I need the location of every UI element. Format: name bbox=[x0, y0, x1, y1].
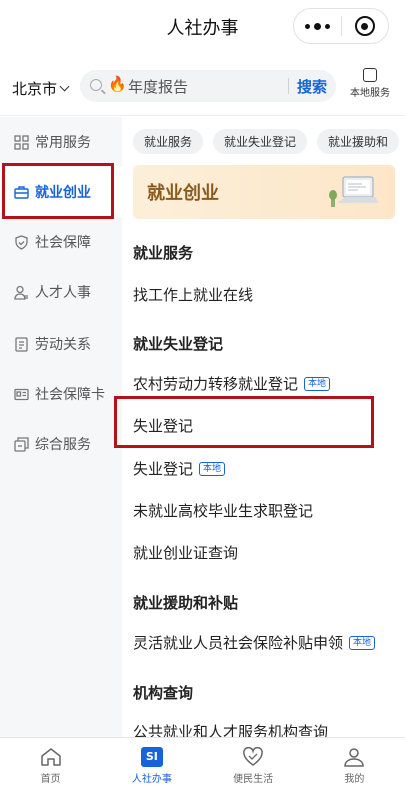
city-selector[interactable]: 北京市 bbox=[12, 78, 70, 99]
list-item[interactable]: 灵活就业人员社会保险补贴申领 本地 bbox=[133, 632, 376, 653]
list-item[interactable]: 农村劳动力转移就业登记 本地 bbox=[133, 373, 331, 394]
list-item-label: 就业创业证查询 bbox=[133, 544, 239, 562]
top-bar: 人社办事 bbox=[0, 0, 405, 56]
more-menu-button[interactable] bbox=[294, 9, 341, 43]
more-dots-icon bbox=[304, 22, 330, 30]
banner-title: 就业创业 bbox=[147, 183, 219, 204]
tab-mine[interactable]: 我的 bbox=[304, 738, 405, 793]
list-item[interactable]: 未就业高校毕业生求职登记 bbox=[133, 500, 313, 521]
document-icon bbox=[15, 336, 28, 352]
shield-icon bbox=[15, 234, 28, 250]
sidebar-item-label: 社会保障卡 bbox=[35, 387, 105, 403]
bottom-tab-bar: 首页 SI 人社办事 便民生活 我的 bbox=[0, 737, 405, 793]
laptop-illustration-icon bbox=[329, 176, 379, 207]
home-icon bbox=[40, 747, 61, 766]
sidebar-item-label: 社会保障 bbox=[35, 235, 91, 251]
section-heading: 就业失业登记 bbox=[133, 335, 224, 353]
mini-program-capsule bbox=[293, 8, 389, 44]
chevron-down-icon bbox=[59, 81, 70, 92]
local-tag: 本地 bbox=[349, 635, 376, 650]
list-item[interactable]: 公共就业和人才服务机构查询 bbox=[133, 721, 328, 737]
sidebar-item-social-card[interactable]: 社会保障卡 bbox=[0, 369, 122, 419]
tab-label: 首页 bbox=[40, 773, 61, 785]
list-item[interactable]: 找工作上就业在线 bbox=[133, 284, 253, 305]
target-icon bbox=[354, 16, 375, 36]
sidebar-item-comprehensive[interactable]: 综合服务 bbox=[0, 419, 122, 469]
chip-assistance[interactable]: 就业援助和 bbox=[317, 129, 400, 154]
local-tag: 本地 bbox=[304, 376, 331, 391]
section-heading: 机构查询 bbox=[133, 684, 194, 702]
heart-handshake-icon bbox=[243, 746, 264, 766]
stack-icon bbox=[14, 436, 29, 452]
list-item[interactable]: 失业登记 本地 bbox=[133, 458, 226, 479]
local-service-button[interactable]: 本地服务 bbox=[345, 68, 395, 99]
sidebar-item-talent[interactable]: 人才人事 bbox=[0, 267, 122, 317]
si-logo-icon: SI bbox=[140, 746, 163, 767]
chip-employment-service[interactable]: 就业服务 bbox=[133, 129, 204, 154]
category-chips: 就业服务 就业失业登记 就业援助和 bbox=[133, 129, 400, 154]
sidebar-item-label: 劳动关系 bbox=[35, 337, 91, 353]
sidebar-item-label: 综合服务 bbox=[35, 437, 91, 453]
sidebar-item-labor[interactable]: 劳动关系 bbox=[0, 319, 122, 369]
sidebar-item-label: 常用服务 bbox=[35, 135, 91, 151]
highlight-box-sidebar bbox=[2, 163, 114, 219]
local-tag: 本地 bbox=[199, 461, 226, 476]
sidebar-item-label: 人才人事 bbox=[35, 285, 91, 301]
category-banner: 就业创业 bbox=[133, 165, 395, 219]
highlight-box-unemployment bbox=[114, 396, 374, 448]
city-label: 北京市 bbox=[12, 80, 58, 98]
user-profile-icon bbox=[344, 747, 365, 767]
fire-icon: 🔥 bbox=[108, 75, 127, 93]
grid-icon bbox=[14, 134, 29, 150]
list-item[interactable]: 就业创业证查询 bbox=[133, 542, 238, 563]
tab-convenience[interactable]: 便民生活 bbox=[203, 738, 304, 793]
list-item-label: 公共就业和人才服务机构查询 bbox=[133, 723, 329, 737]
section-heading: 就业援助和补贴 bbox=[133, 594, 239, 612]
tab-label: 便民生活 bbox=[233, 773, 274, 785]
user-icon bbox=[14, 285, 28, 300]
chip-registration[interactable]: 就业失业登记 bbox=[213, 129, 308, 154]
tab-hrss-service[interactable]: SI 人社办事 bbox=[101, 738, 202, 793]
local-service-label: 本地服务 bbox=[350, 88, 390, 99]
search-placeholder: 年度报告 bbox=[128, 78, 189, 96]
section-heading: 就业服务 bbox=[133, 244, 194, 262]
list-item-label: 失业登记 bbox=[133, 460, 194, 478]
search-icon bbox=[90, 79, 102, 91]
tab-label: 人社办事 bbox=[131, 773, 172, 785]
sidebar-item-common[interactable]: 常用服务 bbox=[0, 117, 122, 167]
search-button[interactable]: 搜索 bbox=[288, 70, 336, 102]
list-item-label: 灵活就业人员社会保险补贴申领 bbox=[133, 634, 344, 652]
search-row: 北京市 🔥 年度报告 搜索 本地服务 bbox=[0, 56, 405, 116]
list-item-label: 农村劳动力转移就业登记 bbox=[133, 375, 299, 393]
list-item-label: 未就业高校毕业生求职登记 bbox=[133, 502, 314, 520]
search-input[interactable]: 🔥 年度报告 搜索 bbox=[80, 70, 336, 102]
list-item-label: 找工作上就业在线 bbox=[133, 286, 254, 304]
tab-home[interactable]: 首页 bbox=[0, 738, 101, 793]
square-icon bbox=[363, 68, 377, 82]
card-icon bbox=[14, 388, 29, 400]
sidebar-item-social-security[interactable]: 社会保障 bbox=[0, 217, 122, 267]
tab-label: 我的 bbox=[344, 773, 365, 785]
close-mini-program-button[interactable] bbox=[341, 9, 388, 43]
